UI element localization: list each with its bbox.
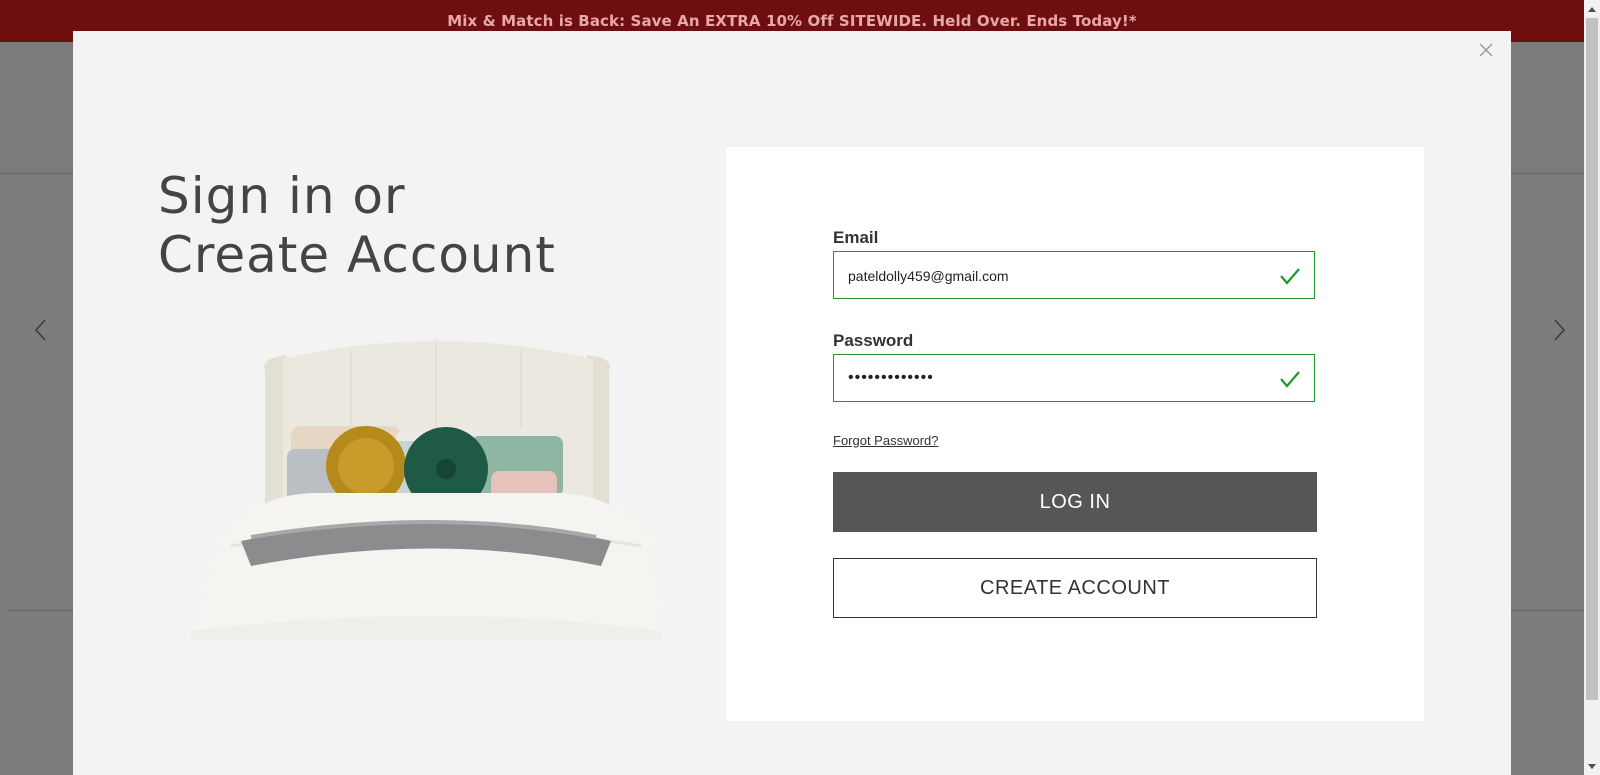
- scroll-up-icon[interactable]: [1584, 0, 1600, 17]
- heading-line-2: Create Account: [158, 226, 556, 284]
- checkmark-icon: [1280, 371, 1300, 388]
- scroll-down-icon[interactable]: [1584, 758, 1600, 775]
- login-form-panel: Email Password ••••••••••••• Forgot Pass…: [726, 147, 1424, 721]
- bed-image: [191, 339, 661, 641]
- email-field[interactable]: [833, 251, 1315, 300]
- create-account-button[interactable]: CREATE ACCOUNT: [833, 558, 1317, 618]
- sign-in-modal: Sign in or Create Account Email pateldol…: [73, 31, 1511, 775]
- password-label: Password: [833, 331, 914, 350]
- password-field[interactable]: •••••••••••••: [833, 354, 1315, 402]
- email-input[interactable]: [848, 252, 1248, 300]
- scrollbar-thumb[interactable]: [1586, 18, 1598, 700]
- close-icon[interactable]: [1478, 42, 1494, 58]
- promo-text[interactable]: Mix & Match is Back: Save An EXTRA 10% O…: [447, 12, 1137, 30]
- page-scrollbar[interactable]: [1584, 0, 1600, 775]
- log-in-button[interactable]: LOG IN: [833, 472, 1317, 532]
- email-label: Email: [833, 228, 879, 247]
- modal-heading: Sign in or Create Account: [158, 167, 556, 285]
- checkmark-icon: [1280, 268, 1300, 285]
- password-input[interactable]: •••••••••••••: [848, 355, 1248, 403]
- forgot-password-link[interactable]: Forgot Password?: [833, 433, 939, 448]
- heading-line-1: Sign in or: [158, 167, 406, 225]
- chevron-left-icon[interactable]: [33, 318, 49, 342]
- chevron-right-icon[interactable]: [1551, 318, 1567, 342]
